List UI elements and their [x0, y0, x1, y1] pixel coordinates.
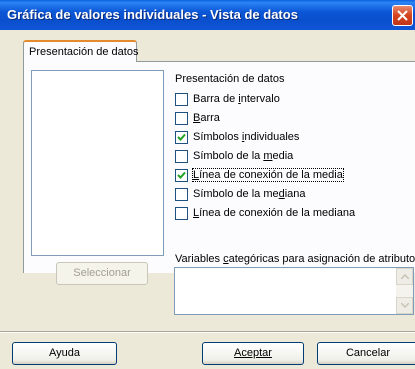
tab-label: Presentación de datos [29, 46, 139, 58]
checkbox[interactable] [175, 131, 188, 144]
title-bar: Gráfica de valores individuales - Vista … [0, 0, 415, 30]
option-label: Símbolo de la media [193, 150, 294, 162]
display-group-label: Presentación de datos [175, 73, 285, 85]
option-label: Línea de conexión de la media [192, 168, 344, 182]
checkbox[interactable] [175, 188, 188, 201]
scroll-up-button[interactable] [396, 268, 413, 285]
scrollbar[interactable] [396, 268, 413, 314]
scroll-down-button[interactable] [396, 297, 413, 314]
option-label: Línea de conexión de la mediana [193, 207, 356, 219]
window-title: Gráfica de valores individuales - Vista … [7, 7, 298, 22]
chevron-down-icon [401, 303, 409, 308]
close-button[interactable] [392, 5, 413, 26]
option-label: Barra de intervalo [193, 93, 280, 105]
checkmark-icon [177, 133, 186, 141]
checkbox[interactable] [175, 112, 188, 125]
accept-button[interactable]: Aceptar [202, 342, 304, 365]
categorical-variables-label: Variables categóricas para asignación de… [175, 253, 415, 265]
checkbox[interactable] [175, 150, 188, 163]
tab-data-display[interactable]: Presentación de datos [23, 40, 139, 62]
variables-listbox[interactable] [31, 70, 164, 256]
option-label: Símbolos individuales [193, 131, 300, 143]
checkbox[interactable] [175, 169, 188, 182]
select-button[interactable]: Seleccionar [56, 262, 148, 285]
checkmark-icon [177, 171, 186, 179]
option-label: Símbolo de la mediana [193, 188, 306, 200]
accept-label: Aceptar [234, 347, 272, 359]
close-icon [397, 10, 408, 21]
cancel-button[interactable]: Cancelar [317, 342, 415, 365]
option-label: Barra [193, 112, 220, 124]
chevron-up-icon [401, 274, 409, 279]
checkbox[interactable] [175, 93, 188, 106]
categorical-variables-input[interactable] [174, 267, 414, 315]
footer-separator [0, 331, 415, 333]
help-button[interactable]: Ayuda [12, 342, 117, 365]
checkbox[interactable] [175, 207, 188, 220]
